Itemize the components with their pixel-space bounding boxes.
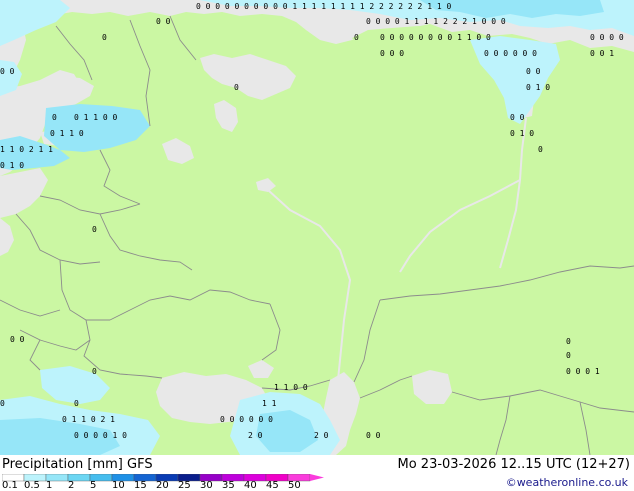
precip-label: 0 0 — [510, 113, 525, 122]
precip-label: 1 1 0 0 — [274, 383, 308, 392]
map-footer: Precipitation [mm] GFS Mo 23-03-2026 12.… — [0, 455, 634, 491]
precip-label: 0 — [566, 351, 571, 360]
scale-arrow — [310, 474, 324, 481]
precip-label: 0 0 0 0 1 0 — [74, 431, 127, 440]
precip-label: 2 0 — [314, 431, 329, 440]
precip-label: 0 — [0, 399, 5, 408]
precip-label: 0 0 — [0, 67, 15, 76]
precip-label: 0 — [234, 83, 239, 92]
precip-label: 0 1 0 — [526, 83, 550, 92]
precip-label: 0 0 1 — [590, 49, 614, 58]
precip-label: 0 — [566, 337, 571, 346]
precip-label: 2 0 — [248, 431, 263, 440]
precip-label: 0 0 0 0 0 0 0 0 1 1 0 0 — [380, 33, 491, 42]
precip-label: 0 0 0 0 0 0 0 0 0 0 1 1 1 1 1 1 1 1 2 2 … — [196, 2, 451, 11]
precip-label: 0 0 0 0 0 0 — [484, 49, 537, 58]
precip-label: 0 0 — [10, 335, 25, 344]
precip-label: 0 0 — [366, 431, 381, 440]
credit-link[interactable]: ©weatheronline.co.uk — [506, 476, 628, 490]
precip-label: 0 — [354, 33, 359, 42]
precip-label: 0 1 1 0 0 — [74, 113, 118, 122]
precip-label: 1 1 0 2 1 1 — [0, 145, 53, 154]
precip-label: 0 — [538, 145, 543, 154]
precip-label: 0 1 0 — [510, 129, 534, 138]
precip-label: 0 0 — [526, 67, 541, 76]
precip-label: 0 — [74, 399, 79, 408]
precipitation-map: 0 0 0 0 0 0 0 0 0 0 1 1 1 1 1 1 1 1 2 2 … — [0, 0, 634, 490]
precip-label: 1 1 — [262, 399, 277, 408]
precip-label: 0 1 1 0 2 1 — [62, 415, 115, 424]
precip-label: 0 — [92, 367, 97, 376]
forecast-datetime: Mo 23-03-2026 12..15 UTC (12+27) — [397, 457, 631, 472]
map-title: Precipitation [mm] GFS — [2, 457, 153, 472]
precip-label: 0 0 0 1 — [566, 367, 600, 376]
precip-label: 0 — [102, 33, 107, 42]
precip-label: 0 1 0 — [0, 161, 24, 170]
precip-label: 0 — [52, 113, 57, 122]
precip-label: 0 0 0 0 0 0 — [220, 415, 273, 424]
precip-label: 0 0 0 0 1 1 1 1 2 2 2 1 0 0 0 — [366, 17, 506, 26]
precip-label: 0 0 0 0 — [590, 33, 624, 42]
precip-label: 0 — [92, 225, 97, 234]
precip-label: 0 0 — [156, 17, 171, 26]
precip-label: 0 1 1 0 — [50, 129, 84, 138]
precip-color-scale: 0.1 0.5 1 2 5 10 15 20 25 30 35 40 45 50 — [2, 474, 332, 491]
precip-label: 0 0 0 — [380, 49, 404, 58]
